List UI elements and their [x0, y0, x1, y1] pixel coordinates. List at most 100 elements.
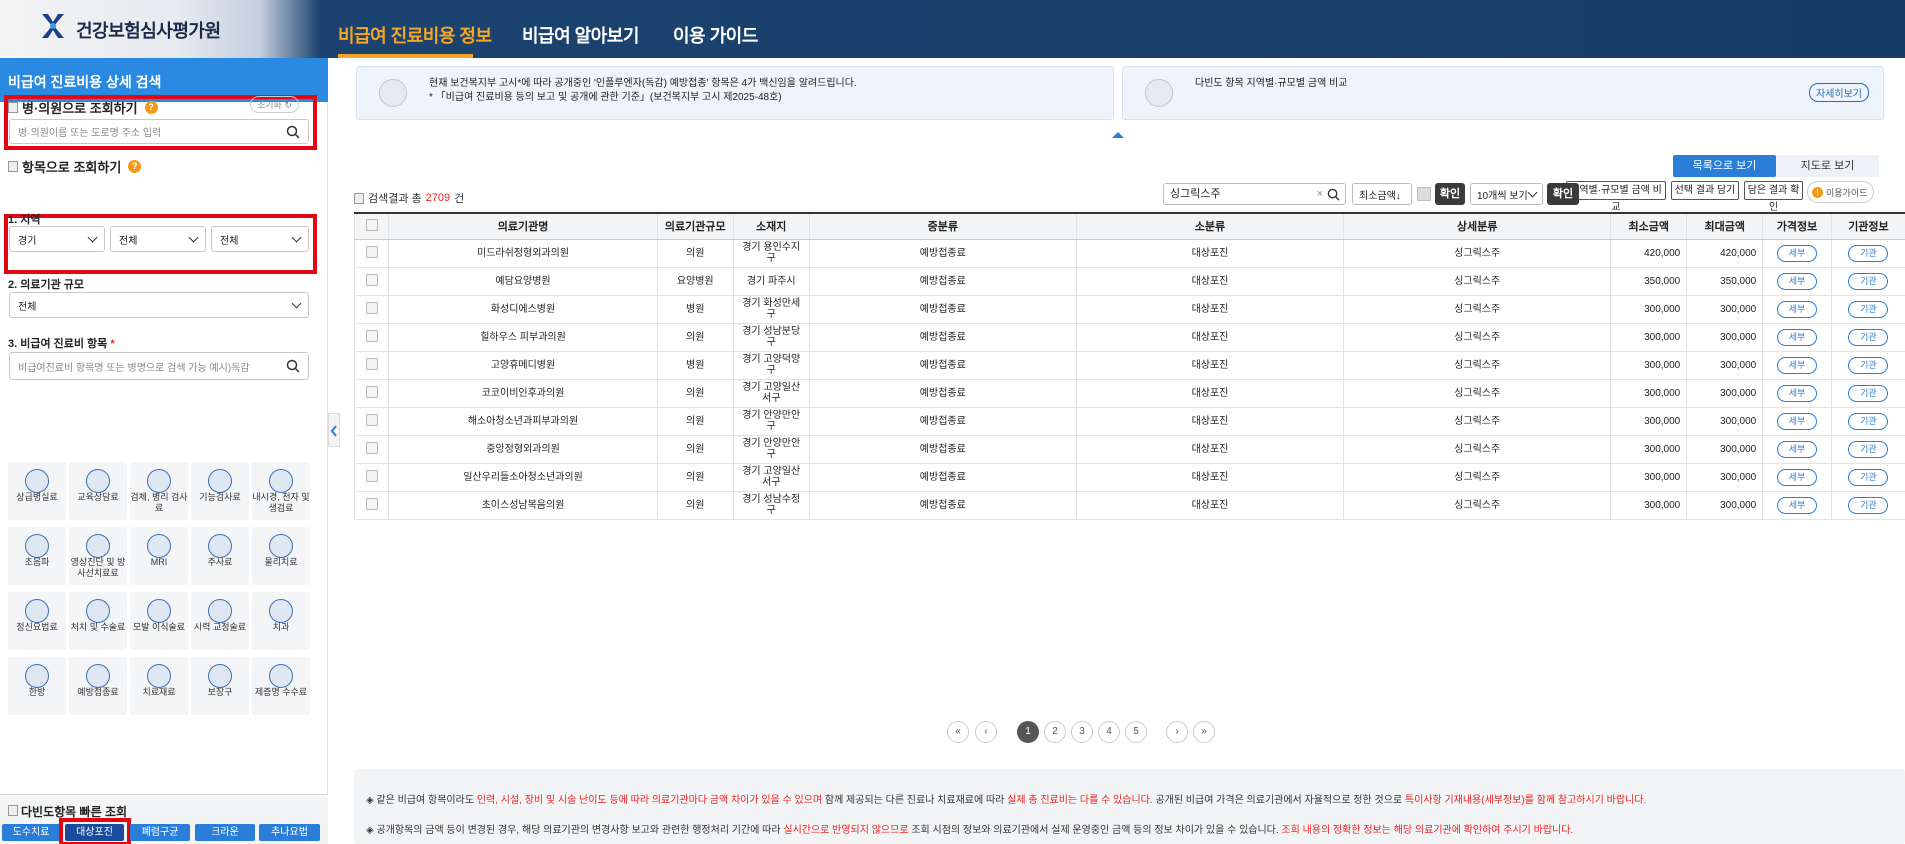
region-district-select[interactable]: 전체	[110, 226, 206, 252]
category-item[interactable]: 치료재료	[130, 657, 188, 715]
help-icon[interactable]: ?	[128, 160, 142, 173]
row-checkbox-cell[interactable]	[353, 323, 389, 352]
next-page-button[interactable]: ›	[1166, 721, 1188, 743]
item-search-input[interactable]: 비급여진료비 항목명 또는 병명으로 검색 가능 예시)독감	[9, 352, 309, 380]
reset-button[interactable]: 초기화 ↻	[250, 96, 299, 113]
detail-button[interactable]: 세부	[1777, 384, 1818, 402]
category-item[interactable]: 정신요법료	[8, 592, 66, 650]
quick-item-dosu[interactable]: 도수치료	[2, 824, 60, 841]
category-item[interactable]: 영상진단 및 방사선치료료	[69, 527, 127, 585]
row-checkbox-cell[interactable]	[353, 491, 389, 520]
hospital-name[interactable]: 힐하우스 피부과의원	[388, 323, 658, 352]
category-item[interactable]: 보장구	[191, 657, 249, 715]
category-item[interactable]: 교육상담료	[69, 462, 127, 520]
nav-learn-noncovered[interactable]: 비급여 알아보기	[522, 22, 639, 48]
row-checkbox-cell[interactable]	[353, 379, 389, 408]
org-button[interactable]: 기관	[1848, 468, 1889, 486]
hospital-name[interactable]: 일산우리들소아청소년과의원	[388, 463, 658, 492]
hospital-search-input[interactable]: 병·의원이름 또는 도로명 주소 입력	[9, 119, 309, 144]
org-button[interactable]: 기관	[1848, 412, 1889, 430]
nav-noncovered-cost-info[interactable]: 비급여 진료비용 정보	[338, 22, 492, 48]
category-item[interactable]: 기능검사료	[191, 462, 249, 520]
category-item[interactable]: 예방접종료	[69, 657, 127, 715]
usage-guide-button[interactable]: ! 이용가이드	[1807, 181, 1875, 203]
search-icon[interactable]	[286, 359, 300, 373]
checkbox[interactable]	[365, 385, 378, 398]
org-button[interactable]: 기관	[1848, 384, 1889, 402]
select-all-checkbox-header[interactable]	[353, 212, 389, 240]
page-button[interactable]: 4	[1098, 721, 1120, 743]
org-button[interactable]: 기관	[1848, 356, 1889, 374]
search-icon[interactable]	[286, 125, 300, 139]
page-button[interactable]: 1	[1017, 721, 1039, 743]
category-item[interactable]: 시력 교정술료	[191, 592, 249, 650]
checkbox[interactable]	[365, 329, 378, 342]
collapse-notice-icon[interactable]	[1112, 132, 1124, 138]
row-checkbox-cell[interactable]	[353, 407, 389, 436]
row-checkbox-cell[interactable]	[353, 239, 389, 268]
checkbox[interactable]	[365, 441, 378, 454]
category-item[interactable]: 내시경, 천자 및 생검료	[252, 462, 310, 520]
detail-button[interactable]: 세부	[1777, 468, 1818, 486]
category-item[interactable]: 검체, 병리 검사료	[130, 462, 188, 520]
category-item[interactable]: 처치 및 수술료	[69, 592, 127, 650]
category-item[interactable]: 제증명 수수료	[252, 657, 310, 715]
region-town-select[interactable]: 전체	[211, 226, 309, 252]
detail-button[interactable]: 세부	[1777, 300, 1818, 318]
category-item[interactable]: MRI	[130, 527, 188, 585]
region-scale-compare-button[interactable]: 지역별·규모별 금액 비교	[1566, 181, 1666, 213]
last-page-button[interactable]: »	[1193, 721, 1215, 743]
quick-item-pneumococcus[interactable]: 폐렴구균	[130, 824, 190, 841]
quick-item-crown[interactable]: 크라운	[195, 824, 255, 841]
category-item[interactable]: 모발 이식술료	[130, 592, 188, 650]
prev-page-button[interactable]: ‹	[975, 721, 997, 743]
checkbox[interactable]	[365, 469, 378, 482]
org-button[interactable]: 기관	[1848, 328, 1889, 346]
page-size-select[interactable]: 10개씩 보기	[1470, 183, 1543, 205]
page-button[interactable]: 2	[1044, 721, 1066, 743]
hospital-name[interactable]: 중앙정형외과의원	[388, 435, 658, 464]
checkbox[interactable]	[365, 245, 378, 258]
sort-select[interactable]: 최소금액↓	[1352, 183, 1412, 205]
tab-map-view[interactable]: 지도로 보기	[1776, 155, 1879, 177]
row-checkbox-cell[interactable]	[353, 435, 389, 464]
page-button[interactable]: 5	[1125, 721, 1147, 743]
row-checkbox-cell[interactable]	[353, 267, 389, 296]
scale-select[interactable]: 전체	[9, 292, 309, 318]
detail-button[interactable]: 세부	[1777, 412, 1818, 430]
first-page-button[interactable]: «	[947, 721, 969, 743]
checkbox[interactable]	[365, 357, 378, 370]
row-checkbox-cell[interactable]	[353, 463, 389, 492]
hospital-name[interactable]: 고양휴메디병원	[388, 351, 658, 380]
detail-button[interactable]: 세부	[1777, 244, 1818, 262]
org-button[interactable]: 기관	[1848, 272, 1889, 290]
checkbox[interactable]	[365, 413, 378, 426]
sidebar-collapse-button[interactable]	[328, 413, 340, 447]
page-button[interactable]: 3	[1071, 721, 1093, 743]
page-size-confirm-button[interactable]: 확인	[1547, 183, 1579, 205]
org-button[interactable]: 기관	[1848, 440, 1889, 458]
category-item[interactable]: 주사료	[191, 527, 249, 585]
add-selected-button[interactable]: 선택 결과 담기	[1671, 181, 1739, 200]
detail-button[interactable]: 세부	[1777, 496, 1818, 514]
clear-icon[interactable]: ×	[1317, 184, 1323, 204]
site-logo-text[interactable]: 건강보험심사평가원	[76, 17, 221, 43]
more-details-button[interactable]: 자세히보기	[1809, 83, 1869, 102]
hospital-name[interactable]: 코코이비인후과의원	[388, 379, 658, 408]
detail-button[interactable]: 세부	[1777, 440, 1818, 458]
view-saved-button[interactable]: 담은 결과 확인	[1744, 181, 1803, 213]
org-button[interactable]: 기관	[1848, 300, 1889, 318]
nav-usage-guide[interactable]: 이용 가이드	[673, 22, 758, 48]
category-item[interactable]: 한방	[8, 657, 66, 715]
checkbox[interactable]	[365, 497, 378, 510]
help-icon[interactable]: ?	[144, 101, 158, 114]
hospital-name[interactable]: 초이스성남복음의원	[388, 491, 658, 520]
grid-icon[interactable]	[1417, 187, 1431, 201]
category-item[interactable]: 초음파	[8, 527, 66, 585]
checkbox[interactable]	[365, 273, 378, 286]
hospital-name[interactable]: 미드라쉬정형외과의원	[388, 239, 658, 268]
hospital-name[interactable]: 해소아청소년과피부과의원	[388, 407, 658, 436]
tab-list-view[interactable]: 목록으로 보기	[1673, 155, 1776, 177]
category-item[interactable]: 물리치료	[252, 527, 310, 585]
checkbox[interactable]	[365, 218, 378, 231]
